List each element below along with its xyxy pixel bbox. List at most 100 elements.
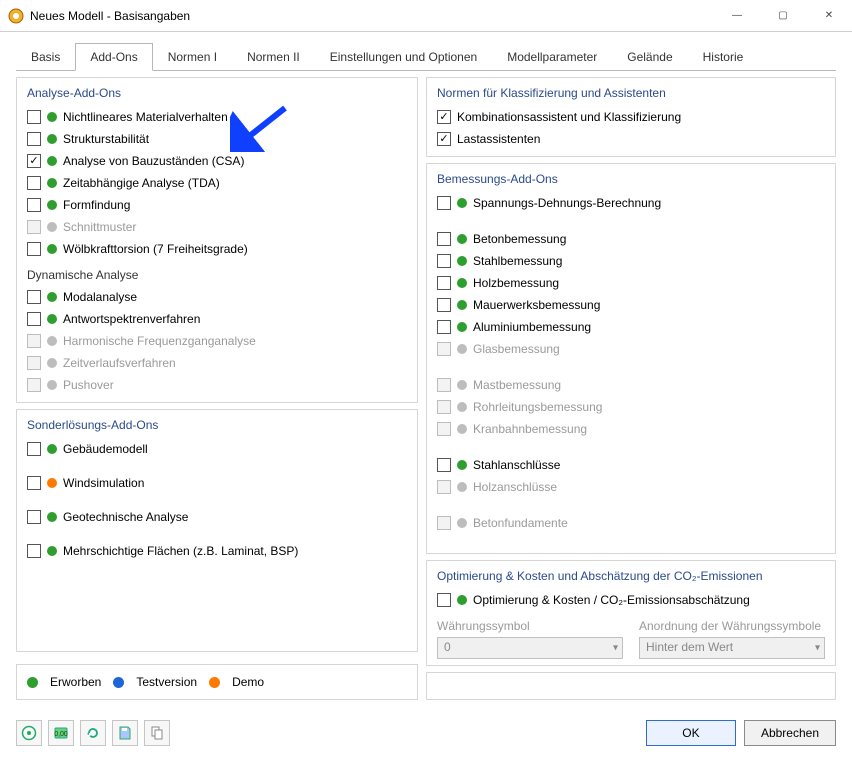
tab-einstellungen[interactable]: Einstellungen und Optionen xyxy=(315,43,492,71)
status-dot-icon xyxy=(457,322,467,332)
addon-label: Analyse von Bauzuständen (CSA) xyxy=(63,154,244,168)
maximize-button[interactable]: ▢ xyxy=(760,0,806,32)
special-addons-title: Sonderlösungs-Add-Ons xyxy=(27,418,407,432)
addon-label: Holzanschlüsse xyxy=(473,480,557,494)
status-dot-icon xyxy=(457,344,467,354)
tab-normen-1[interactable]: Normen I xyxy=(153,43,232,71)
design-addons-title: Bemessungs-Add-Ons xyxy=(437,172,825,186)
close-button[interactable]: ✕ xyxy=(806,0,852,32)
checkbox[interactable] xyxy=(437,196,451,210)
currency-symbol-select[interactable]: 0 ▾ xyxy=(437,637,623,659)
checkbox[interactable] xyxy=(437,593,451,607)
addon-row: Lastassistenten xyxy=(437,128,825,150)
addon-label: Harmonische Frequenzganganalyse xyxy=(63,334,256,348)
checkbox xyxy=(437,400,451,414)
copy-icon[interactable] xyxy=(144,720,170,746)
checkbox[interactable] xyxy=(437,110,451,124)
checkbox[interactable] xyxy=(27,312,41,326)
ok-button[interactable]: OK xyxy=(646,720,736,746)
status-dot-icon xyxy=(47,134,57,144)
checkbox[interactable] xyxy=(27,242,41,256)
addon-label: Stahlbemessung xyxy=(473,254,562,268)
addon-row: Pushover xyxy=(27,374,407,396)
status-dot-icon xyxy=(457,424,467,434)
tab-modellparameter[interactable]: Modellparameter xyxy=(492,43,612,71)
tab-gelaende[interactable]: Gelände xyxy=(612,43,687,71)
optimization-panel: Optimierung & Kosten und Abschätzung der… xyxy=(426,560,836,666)
save-icon[interactable] xyxy=(112,720,138,746)
checkbox[interactable] xyxy=(27,544,41,558)
window-title: Neues Modell - Basisangaben xyxy=(30,9,190,23)
status-dot-icon xyxy=(47,222,57,232)
checkbox[interactable] xyxy=(27,290,41,304)
tab-addons[interactable]: Add-Ons xyxy=(75,43,152,71)
checkbox[interactable] xyxy=(27,198,41,212)
tab-normen-2[interactable]: Normen II xyxy=(232,43,315,71)
dynamic-analysis-heading: Dynamische Analyse xyxy=(27,268,407,282)
help-icon[interactable] xyxy=(16,720,42,746)
status-dot-icon xyxy=(47,512,57,522)
units-icon[interactable]: 0,00 xyxy=(48,720,74,746)
checkbox[interactable] xyxy=(437,254,451,268)
checkbox[interactable] xyxy=(437,132,451,146)
addon-label: Mastbemessung xyxy=(473,378,561,392)
addon-label: Windsimulation xyxy=(63,476,144,490)
addon-label: Holzbemessung xyxy=(473,276,559,290)
checkbox[interactable] xyxy=(27,442,41,456)
checkbox[interactable] xyxy=(437,458,451,472)
checkbox[interactable] xyxy=(437,298,451,312)
addon-row: Mastbemessung xyxy=(437,374,825,396)
tab-bar: Basis Add-Ons Normen I Normen II Einstel… xyxy=(0,32,852,70)
status-dot-icon xyxy=(457,300,467,310)
status-dot-icon xyxy=(457,518,467,528)
app-icon xyxy=(8,8,24,24)
addon-row: Formfindung xyxy=(27,194,407,216)
chevron-down-icon: ▾ xyxy=(613,643,618,654)
status-dot-icon xyxy=(47,178,57,188)
norms-title: Normen für Klassifizierung und Assistent… xyxy=(437,86,825,100)
addon-row: Gebäudemodell xyxy=(27,438,407,460)
checkbox xyxy=(437,342,451,356)
status-dot-icon xyxy=(47,380,57,390)
status-dot-icon xyxy=(47,314,57,324)
addon-row: Strukturstabilität xyxy=(27,128,407,150)
refresh-icon[interactable] xyxy=(80,720,106,746)
tab-basis[interactable]: Basis xyxy=(16,43,75,71)
addon-row: Betonbemessung xyxy=(437,228,825,250)
checkbox[interactable] xyxy=(437,320,451,334)
checkbox[interactable] xyxy=(27,110,41,124)
checkbox[interactable] xyxy=(437,276,451,290)
status-dot-icon xyxy=(457,256,467,266)
addon-row: Kombinationsassistent und Klassifizierun… xyxy=(437,106,825,128)
currency-order-label: Anordnung der Währungssymbole xyxy=(639,619,825,633)
checkbox xyxy=(437,378,451,392)
checkbox[interactable] xyxy=(437,232,451,246)
addon-row: Harmonische Frequenzganganalyse xyxy=(27,330,407,352)
legend-panel: Erworben Testversion Demo xyxy=(16,664,418,700)
addon-row: Glasbemessung xyxy=(437,338,825,360)
legend-demo: Demo xyxy=(232,675,264,689)
addon-label: Aluminiumbemessung xyxy=(473,320,591,334)
checkbox[interactable] xyxy=(27,476,41,490)
checkbox[interactable] xyxy=(27,154,41,168)
tab-historie[interactable]: Historie xyxy=(688,43,759,71)
status-dot-icon xyxy=(457,402,467,412)
minimize-button[interactable]: — xyxy=(714,0,760,32)
cancel-button[interactable]: Abbrechen xyxy=(744,720,836,746)
legend-dot-demo xyxy=(209,677,220,688)
addon-row: Modalanalyse xyxy=(27,286,407,308)
addon-label: Lastassistenten xyxy=(457,132,540,146)
addon-row: Optimierung & Kosten / CO₂-Emissionsabsc… xyxy=(437,589,825,611)
status-dot-icon xyxy=(47,156,57,166)
checkbox[interactable] xyxy=(27,176,41,190)
currency-order-select[interactable]: Hinter dem Wert ▾ xyxy=(639,637,825,659)
addon-row: Kranbahnbemessung xyxy=(437,418,825,440)
addon-label: Betonfundamente xyxy=(473,516,568,530)
checkbox[interactable] xyxy=(27,132,41,146)
addon-label: Kranbahnbemessung xyxy=(473,422,587,436)
checkbox[interactable] xyxy=(27,510,41,524)
addon-row: Geotechnische Analyse xyxy=(27,506,407,528)
addon-row: Wölbkrafttorsion (7 Freiheitsgrade) xyxy=(27,238,407,260)
addon-label: Glasbemessung xyxy=(473,342,560,356)
addon-label: Nichtlineares Materialverhalten xyxy=(63,110,228,124)
